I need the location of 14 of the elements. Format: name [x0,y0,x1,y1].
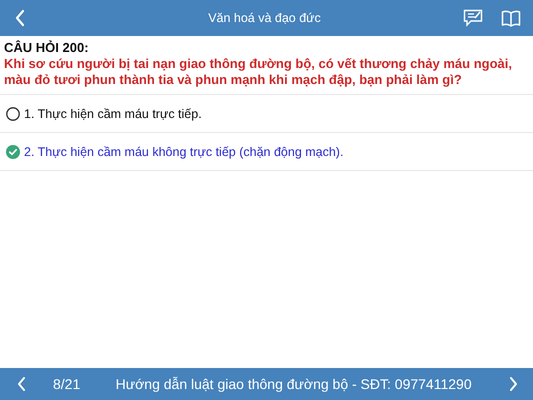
next-icon[interactable] [507,376,519,392]
screen-title: Văn hoá và đạo đức [207,11,322,25]
footer-caption: Hướng dẫn luật giao thông đường bộ - SĐT: 0977411290 [114,376,473,392]
question-number: CÂU HỎI 200: [4,40,90,55]
book-icon[interactable] [501,10,521,26]
previous-icon[interactable] [16,376,28,392]
comment-edit-icon[interactable] [463,9,483,27]
page-counter: 8/21 [53,376,80,392]
answer-option[interactable]: 1. Thực hiện cầm máu trực tiếp. [0,95,533,133]
radio-circle-icon [6,106,20,120]
back-icon[interactable] [14,9,26,27]
answer-option[interactable]: 2. Thực hiện cầm máu không trực tiếp (chặn động mạch). [0,133,533,171]
question-text: Khi sơ cứu người bị tai nạn giao thông đường bộ, có vết thương chảy máu ngoài, màu đỏ tươi phun thành tia và phun mạnh khi mạch đập, bạn phải làm gì? [4,56,513,88]
check-circle-icon [6,144,20,158]
